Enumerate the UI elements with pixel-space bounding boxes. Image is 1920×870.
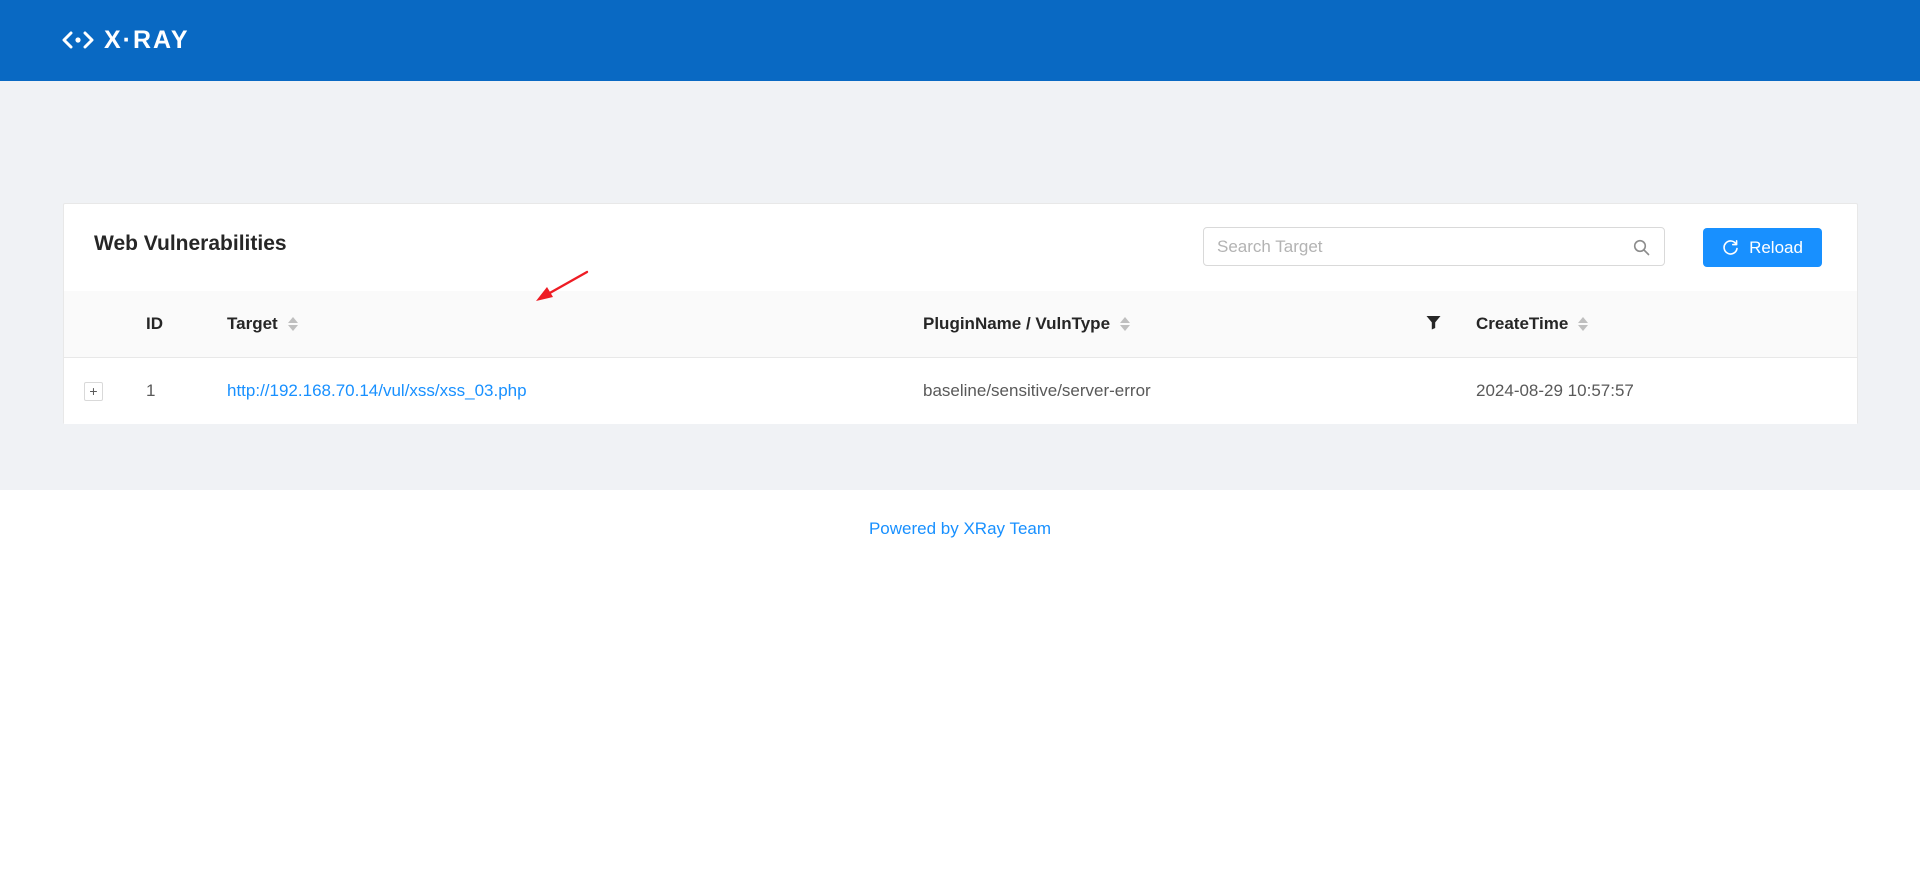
vulnerabilities-card: Web Vulnerabilities Reload ID Target <box>63 203 1858 424</box>
cell-plugin: baseline/sensitive/server-error <box>923 381 1151 400</box>
sort-icon[interactable] <box>1120 317 1131 331</box>
column-header-id: ID <box>146 291 163 357</box>
expand-row-button[interactable]: + <box>84 382 103 401</box>
page-title: Web Vulnerabilities <box>94 232 287 255</box>
column-header-plugin[interactable]: PluginName / VulnType <box>923 291 1131 357</box>
reload-label: Reload <box>1749 237 1803 257</box>
footer-credit: Powered by XRay Team <box>868 519 1052 538</box>
reload-icon <box>1723 239 1738 255</box>
search-box <box>1203 227 1665 266</box>
cell-id: 1 <box>146 381 156 400</box>
column-label-plugin: PluginName / VulnType <box>923 314 1111 333</box>
target-link[interactable]: http://192.168.70.14/vul/xss/xss_03.php <box>227 381 527 401</box>
xray-logo-icon <box>62 31 94 49</box>
logo-text: X·RAY <box>104 26 190 54</box>
search-input[interactable] <box>1204 228 1624 265</box>
column-header-target[interactable]: Target <box>227 291 298 357</box>
search-icon[interactable] <box>1633 239 1650 256</box>
reload-button[interactable]: Reload <box>1703 228 1822 267</box>
table-row[interactable]: + 1 http://192.168.70.14/vul/xss/xss_03.… <box>64 358 1857 424</box>
sort-icon[interactable] <box>1578 317 1589 331</box>
column-label-id: ID <box>146 314 163 333</box>
cell-create-time: 2024-08-29 10:57:57 <box>1476 381 1634 400</box>
column-label-target: Target <box>227 314 278 333</box>
content-area: Web Vulnerabilities Reload ID Target <box>0 81 1920 538</box>
cell-target: http://192.168.70.14/vul/xss/xss_03.php <box>227 358 527 424</box>
xray-logo[interactable]: X·RAY <box>62 27 190 53</box>
column-header-create-time[interactable]: CreateTime <box>1476 291 1589 357</box>
app-header: X·RAY <box>0 0 1920 81</box>
column-label-create-time: CreateTime <box>1476 314 1569 333</box>
filter-icon[interactable] <box>1425 314 1442 331</box>
sort-icon[interactable] <box>287 317 298 331</box>
table-header: ID Target PluginName / VulnType CreateTi… <box>64 291 1857 358</box>
plus-icon: + <box>89 383 98 399</box>
